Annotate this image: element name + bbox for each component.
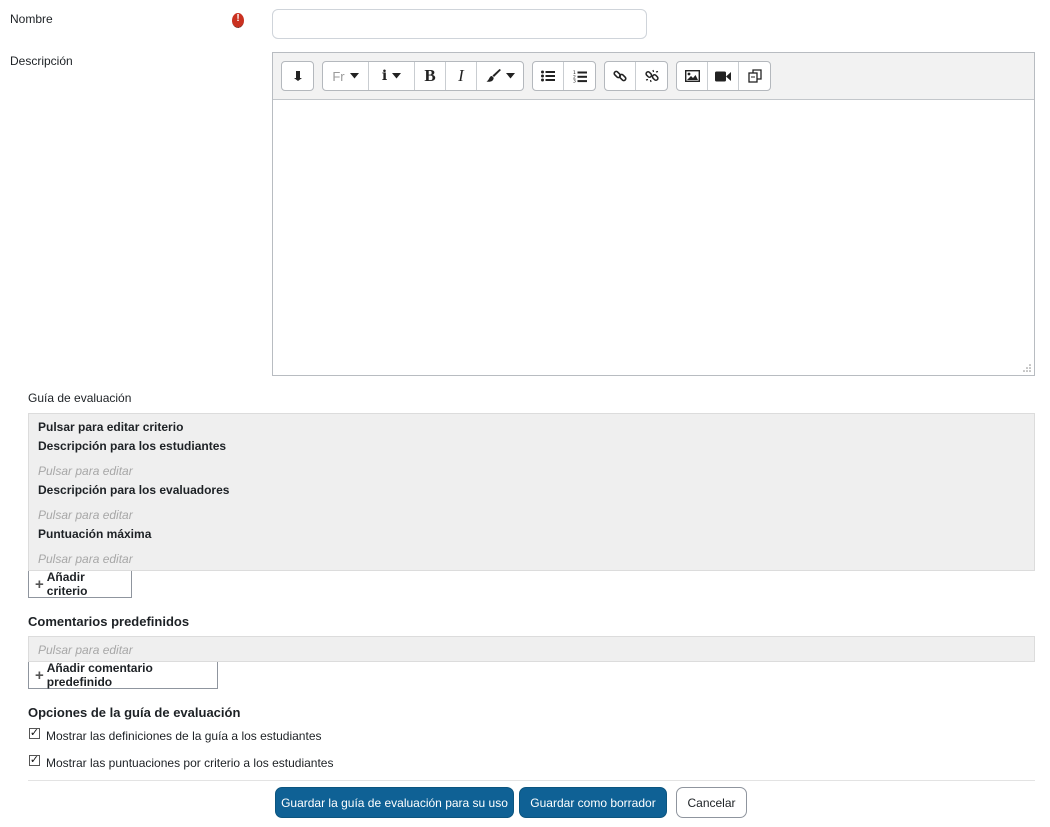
- editor-toolbar: Fr i B I 123: [281, 61, 771, 91]
- show-scores-checkbox[interactable]: ✓: [29, 755, 40, 766]
- save-draft-button[interactable]: Guardar como borrador: [519, 787, 667, 818]
- toolbar-group-media: [676, 61, 771, 91]
- unordered-list-icon[interactable]: [533, 62, 564, 90]
- brush-icon[interactable]: [477, 62, 523, 90]
- italic-label: I: [458, 66, 464, 85]
- plus-icon: +: [35, 575, 44, 593]
- max-score-hint[interactable]: Pulsar para editar: [38, 552, 133, 566]
- description-editor: Fr i B I 123: [272, 52, 1035, 376]
- show-definitions-label: Mostrar las definiciones de la guía a lo…: [46, 729, 322, 743]
- criterion-panel: Pulsar para editar criterio Descripción …: [28, 413, 1035, 571]
- toolbar-group-style: Fr i B I: [322, 61, 524, 91]
- collapse-arrow-icon[interactable]: [282, 62, 313, 90]
- guide-title: Guía de evaluación: [28, 391, 132, 405]
- add-criterion-label: Añadir criterio: [46, 570, 88, 598]
- svg-text:3: 3: [573, 78, 576, 82]
- toolbar-group-collapse: [281, 61, 314, 91]
- student-description-hint[interactable]: Pulsar para editar: [38, 464, 133, 478]
- student-description-label: Descripción para los estudiantes: [38, 439, 227, 453]
- resize-handle-icon[interactable]: [1023, 364, 1031, 372]
- info-icon[interactable]: i: [369, 62, 415, 90]
- image-icon[interactable]: [677, 62, 708, 90]
- link-icon[interactable]: [605, 62, 636, 90]
- add-comment-label: Añadir comentario predefinido: [46, 661, 153, 689]
- editor-content: [273, 100, 1034, 112]
- exclamation-circle-icon: !: [232, 13, 244, 28]
- cancel-button[interactable]: Cancelar: [676, 787, 747, 818]
- info-label: i: [381, 68, 388, 84]
- name-label: Nombre: [10, 12, 53, 26]
- italic-icon[interactable]: I: [446, 62, 477, 90]
- marker-description-label: Descripción para los evaluadores: [38, 483, 230, 497]
- marker-description-hint[interactable]: Pulsar para editar: [38, 508, 133, 522]
- max-score-label: Puntuación máxima: [38, 527, 152, 541]
- comments-title: Comentarios predefinidos: [28, 614, 190, 629]
- name-input[interactable]: [272, 9, 647, 39]
- unlink-icon[interactable]: [636, 62, 667, 90]
- bold-icon[interactable]: B: [415, 62, 446, 90]
- plus-icon: +: [35, 666, 44, 684]
- copy-icon[interactable]: [739, 62, 770, 90]
- add-criterion-button[interactable]: + Añadir criterio: [28, 570, 132, 598]
- add-comment-button[interactable]: + Añadir comentario predefinido: [28, 661, 218, 689]
- ordered-list-icon[interactable]: 123: [564, 62, 595, 90]
- font-family-icon[interactable]: Fr: [323, 62, 369, 90]
- save-guide-button[interactable]: Guardar la guía de evaluación para su us…: [275, 787, 514, 818]
- font-family-label: Fr: [332, 68, 345, 84]
- show-scores-label: Mostrar las puntuaciones por criterio a …: [46, 756, 334, 770]
- comment-hint[interactable]: Pulsar para editar: [38, 643, 133, 657]
- show-definitions-checkbox[interactable]: ✓: [29, 728, 40, 739]
- description-label: Descripción: [10, 54, 73, 68]
- divider: [28, 780, 1035, 781]
- video-icon[interactable]: [708, 62, 739, 90]
- comments-panel: Pulsar para editar: [28, 636, 1035, 662]
- criterion-edit-link[interactable]: Pulsar para editar criterio: [38, 420, 183, 434]
- options-title: Opciones de la guía de evaluación: [28, 705, 241, 720]
- toolbar-group-links: [604, 61, 668, 91]
- editor-content-area[interactable]: [273, 99, 1034, 375]
- toolbar-group-lists: 123: [532, 61, 596, 91]
- bold-label: B: [424, 66, 436, 85]
